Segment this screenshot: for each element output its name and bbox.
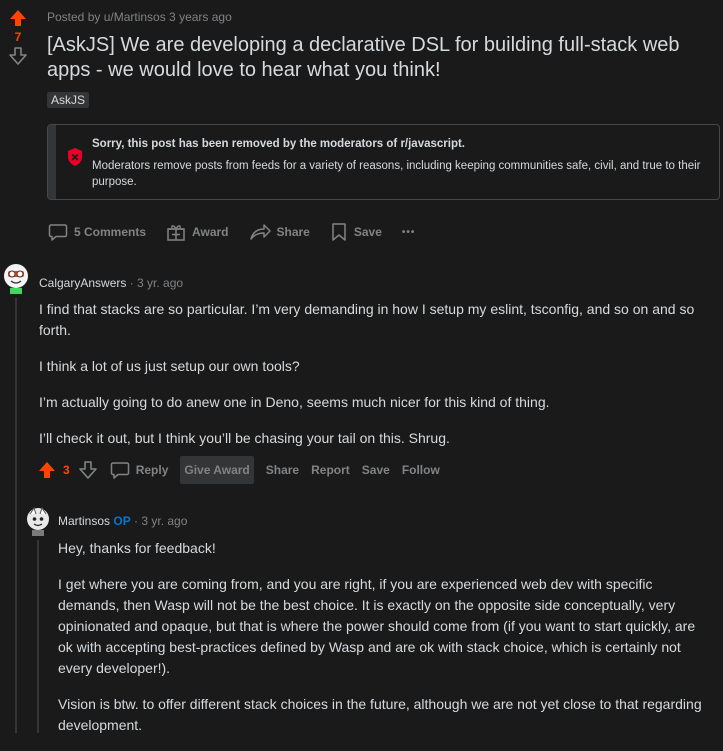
- post-meta: Posted by u/Martinsos 3 years ago: [47, 10, 232, 24]
- comment-author[interactable]: Martinsos: [58, 514, 110, 528]
- post-score: 7: [14, 30, 22, 44]
- comments-label: 5 Comments: [74, 225, 147, 239]
- comments-button[interactable]: 5 Comments: [48, 222, 146, 242]
- thread-line[interactable]: [37, 540, 39, 733]
- avatar[interactable]: [2, 262, 30, 294]
- downvote-arrow-icon[interactable]: [8, 46, 28, 66]
- share-button[interactable]: Share: [249, 222, 310, 242]
- comment-body: Hey, thanks for feedback! I get where yo…: [58, 538, 710, 751]
- more-dots-icon: •••: [401, 226, 416, 238]
- award-label: Award: [192, 225, 229, 239]
- downvote-arrow-icon[interactable]: [78, 460, 98, 480]
- comment-header: Martinsos OP · 3 yr. ago: [58, 514, 187, 528]
- save-label: Save: [353, 225, 382, 239]
- post-title[interactable]: [AskJS] We are developing a declarative …: [47, 33, 707, 83]
- share-arrow-icon: [249, 224, 271, 240]
- comment-actions: 3 Reply Give Award Share Report Save Fol…: [37, 455, 440, 485]
- removed-title: Sorry, this post has been removed by the…: [92, 138, 466, 150]
- removed-body: Moderators remove posts from feeds for a…: [92, 160, 701, 188]
- reply-label: Reply: [135, 463, 169, 477]
- post-flair[interactable]: AskJS: [47, 92, 90, 108]
- award-button[interactable]: Award: [166, 222, 229, 242]
- comment-paragraph: I’ll check it out, but I think you’ll be…: [39, 430, 450, 446]
- avatar[interactable]: [25, 506, 51, 536]
- comment-body: I find that stacks are so particular. I’…: [39, 299, 709, 464]
- bookmark-icon: [332, 223, 346, 241]
- upvote-arrow-icon[interactable]: [8, 8, 28, 28]
- reply-button[interactable]: Reply: [110, 460, 169, 480]
- removed-notice: Sorry, this post has been removed by the…: [47, 124, 720, 200]
- comment-author[interactable]: CalgaryAnswers: [39, 276, 126, 290]
- more-options-button[interactable]: •••: [402, 227, 416, 238]
- comment-bubble-icon: [110, 462, 129, 479]
- follow-button[interactable]: Follow: [402, 463, 440, 477]
- report-button[interactable]: Report: [311, 463, 350, 477]
- comment-score: 3: [63, 463, 70, 477]
- save-button[interactable]: Save: [330, 222, 382, 242]
- comment-bubble-icon: [48, 224, 68, 241]
- comment-header: CalgaryAnswers · 3 yr. ago: [39, 276, 183, 290]
- comment-paragraph: I think a lot of us just setup our own t…: [39, 358, 300, 374]
- share-button[interactable]: Share: [266, 463, 299, 477]
- comment-paragraph: I get where you are coming from, and you…: [58, 576, 696, 676]
- save-button[interactable]: Save: [362, 463, 390, 477]
- comment-paragraph: I find that stacks are so particular. I’…: [39, 301, 695, 338]
- comment-time[interactable]: · 3 yr. ago: [134, 514, 187, 528]
- thread-line[interactable]: [15, 298, 17, 733]
- give-award-button[interactable]: Give Award: [180, 456, 254, 484]
- post-actions-bar: 5 Comments Award Share Save •••: [48, 220, 415, 244]
- comment-time[interactable]: · 3 yr. ago: [130, 276, 183, 290]
- comment-paragraph: Hey, thanks for feedback!: [58, 540, 216, 556]
- shield-x-icon: [68, 148, 82, 166]
- comment-paragraph: I’m actually going to do anew one in Den…: [39, 394, 550, 410]
- op-badge: OP: [113, 514, 131, 528]
- upvote-arrow-icon[interactable]: [37, 460, 57, 480]
- comment-paragraph: Vision is btw. to offer different stack …: [58, 696, 702, 733]
- post-vote-column: 7: [0, 8, 36, 66]
- gift-icon: [167, 225, 185, 241]
- share-label: Share: [276, 225, 310, 239]
